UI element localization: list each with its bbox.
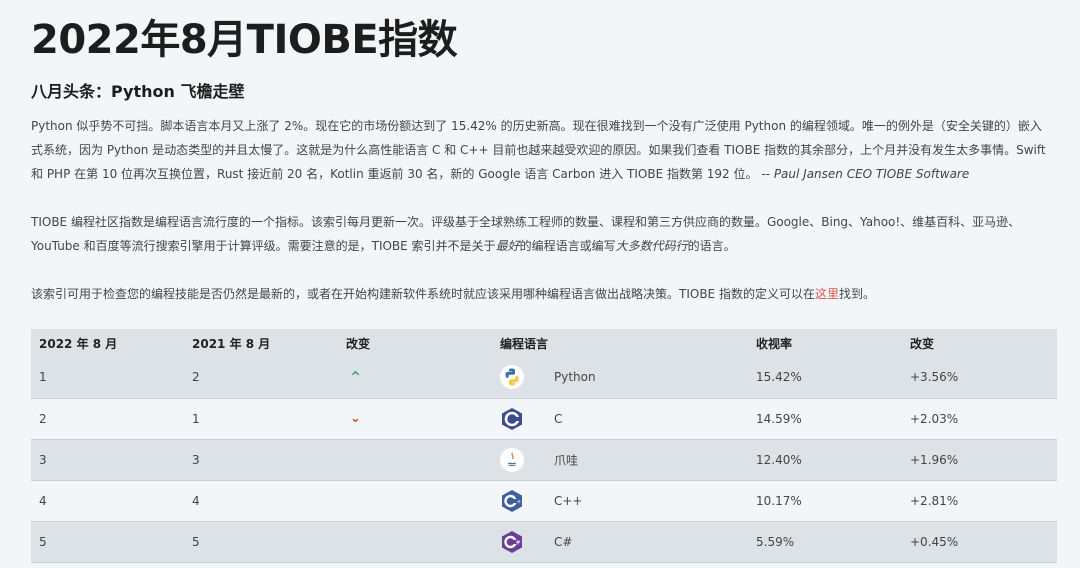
header-rating[interactable]: 收视率: [748, 329, 902, 357]
paragraph2-em2: 大多数代码行: [615, 239, 688, 253]
cell-trend: [338, 439, 492, 480]
page-title: 2022年8月TIOBE指数: [31, 17, 458, 63]
paragraph2-part2: 的编程语言或编写: [519, 239, 616, 253]
cell-language: ++ C++: [492, 480, 748, 521]
svg-text:#: #: [516, 539, 521, 546]
paragraph3-tail: 找到。: [838, 287, 875, 301]
cell-rating: 10.17%: [756, 493, 802, 508]
language-name: Python: [554, 370, 596, 385]
paragraph-index-usage: 该索引可用于检查您的编程技能是否仍然是最新的，或者在开始构建新软件系统时就应该采…: [31, 282, 1051, 306]
java-icon: [500, 447, 524, 472]
language-name: C: [554, 411, 563, 426]
cell-trend: [338, 521, 492, 562]
cell-rank-2021: 3: [192, 452, 200, 467]
cell-rank-2021: 5: [192, 534, 200, 549]
paragraph-headline-news: Python 似乎势不可挡。脚本语言本月又上涨了 2%。现在它的市场份额达到了 …: [31, 114, 1051, 186]
trend-down-icon: ⌄: [350, 411, 361, 426]
cell-change: +1.96%: [910, 452, 959, 467]
cell-language: 爪哇: [492, 439, 748, 480]
table-row: 1 2 ^ Python 15.42% +3.56%: [31, 357, 1057, 398]
header-rank-2022[interactable]: 2022 年 8 月: [31, 329, 184, 357]
cell-rating: 12.40%: [756, 452, 802, 467]
cell-language: C: [492, 398, 748, 439]
language-name: 爪哇: [554, 453, 579, 467]
cell-trend: [338, 480, 492, 521]
cell-change: +3.56%: [910, 370, 959, 385]
header-trend[interactable]: 改变: [338, 329, 492, 357]
table-row: 4 4 ++ C++ 10.17% +2.81%: [31, 480, 1057, 521]
definition-link[interactable]: 这里: [815, 287, 839, 301]
table-row: 5 5 # C# 5.59% +0.45%: [31, 521, 1057, 562]
header-rank-2021[interactable]: 2021 年 8 月: [184, 329, 338, 357]
cell-rank-2022: 2: [39, 411, 47, 426]
paragraph2-part3: 的语言。: [687, 239, 736, 253]
cell-rank-2022: 3: [39, 452, 47, 467]
table-row: 2 1 ⌄ C 14.59% +2.03%: [31, 398, 1057, 439]
cell-language: Python: [492, 357, 748, 398]
trend-up-icon: ^: [350, 369, 361, 385]
svg-text:++: ++: [517, 498, 525, 505]
csharp-icon: #: [500, 530, 524, 553]
cell-change: +2.81%: [910, 493, 959, 508]
table-row: 3 3 爪哇 12.40% +1.96%: [31, 439, 1057, 480]
cell-change: +0.45%: [910, 534, 959, 549]
cell-rating: 15.42%: [756, 370, 802, 385]
cell-trend: ^: [338, 357, 492, 398]
c-icon: [500, 407, 524, 430]
paragraph2-em1: 最好: [495, 239, 520, 253]
table-header-row: 2022 年 8 月 2021 年 8 月 改变 编程语言 收视率 改变: [31, 329, 1057, 357]
header-change[interactable]: 改变: [902, 329, 1057, 357]
cell-trend: ⌄: [338, 398, 492, 439]
cell-change: +2.03%: [910, 411, 959, 426]
language-name: C++: [554, 493, 583, 508]
cell-rank-2022: 4: [39, 493, 47, 508]
cell-language: # C#: [492, 521, 748, 562]
paragraph-index-description: TIOBE 编程社区指数是编程语言流行度的一个指标。该索引每月更新一次。评级基于…: [31, 210, 1051, 258]
cell-rank-2022: 5: [39, 534, 47, 549]
cell-rating: 14.59%: [756, 411, 802, 426]
language-name: C#: [554, 534, 573, 549]
python-icon: [500, 365, 524, 390]
headline: 八月头条：Python 飞檐走壁: [31, 82, 245, 101]
cell-rating: 5.59%: [756, 534, 795, 549]
paragraph1-quote: -- Paul Jansen CEO TIOBE Software: [761, 167, 970, 181]
cell-rank-2021: 2: [192, 370, 200, 385]
cell-rank-2022: 1: [39, 370, 47, 385]
paragraph3-text: 该索引可用于检查您的编程技能是否仍然是最新的，或者在开始构建新软件系统时就应该采…: [31, 287, 815, 301]
cpp-icon: ++: [500, 489, 525, 512]
tiobe-index-table: 2022 年 8 月 2021 年 8 月 改变 编程语言 收视率 改变 1 2 ^…: [31, 329, 1057, 563]
cell-rank-2021: 1: [192, 411, 200, 426]
cell-rank-2021: 4: [192, 493, 200, 508]
header-language[interactable]: 编程语言: [492, 329, 748, 357]
